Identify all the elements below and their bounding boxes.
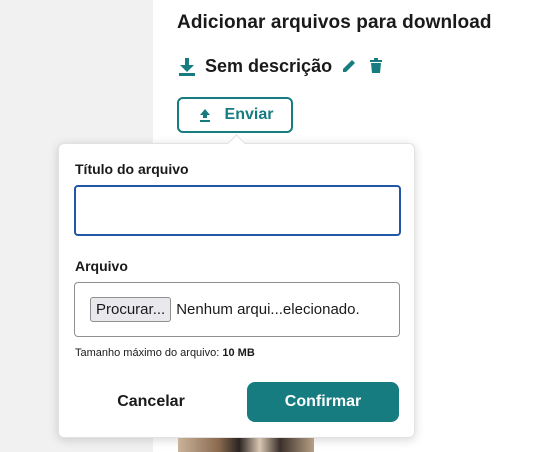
- upload-icon: [197, 107, 213, 123]
- upload-button-label: Enviar: [224, 106, 274, 123]
- upload-popover: Título do arquivo Arquivo Procurar... Ne…: [58, 134, 415, 438]
- max-size-note: Tamanho máximo do arquivo: 10 MB: [75, 347, 255, 359]
- popover-arrow: [227, 134, 246, 153]
- section-heading: Adicionar arquivos para download: [177, 12, 492, 33]
- file-label: Arquivo: [75, 258, 128, 274]
- download-icon[interactable]: [177, 57, 197, 77]
- upload-button[interactable]: Enviar: [177, 97, 293, 133]
- confirm-button[interactable]: Confirmar: [247, 382, 399, 422]
- file-title-input[interactable]: [74, 185, 401, 236]
- file-title-label: Título do arquivo: [75, 161, 189, 177]
- max-size-label: Tamanho máximo do arquivo:: [75, 347, 220, 359]
- max-size-value: 10 MB: [222, 347, 255, 359]
- cancel-button[interactable]: Cancelar: [101, 382, 201, 422]
- file-entry: Sem descrição: [177, 56, 387, 77]
- image-thumbnail: [178, 438, 314, 452]
- browse-button[interactable]: Procurar...: [90, 297, 172, 322]
- pencil-icon[interactable]: [341, 58, 359, 76]
- file-status: Nenhum arqui...elecionado.: [176, 301, 360, 318]
- file-name: Sem descrição: [205, 56, 333, 76]
- trash-icon[interactable]: [369, 57, 387, 76]
- file-picker: Procurar... Nenhum arqui...elecionado.: [74, 282, 400, 337]
